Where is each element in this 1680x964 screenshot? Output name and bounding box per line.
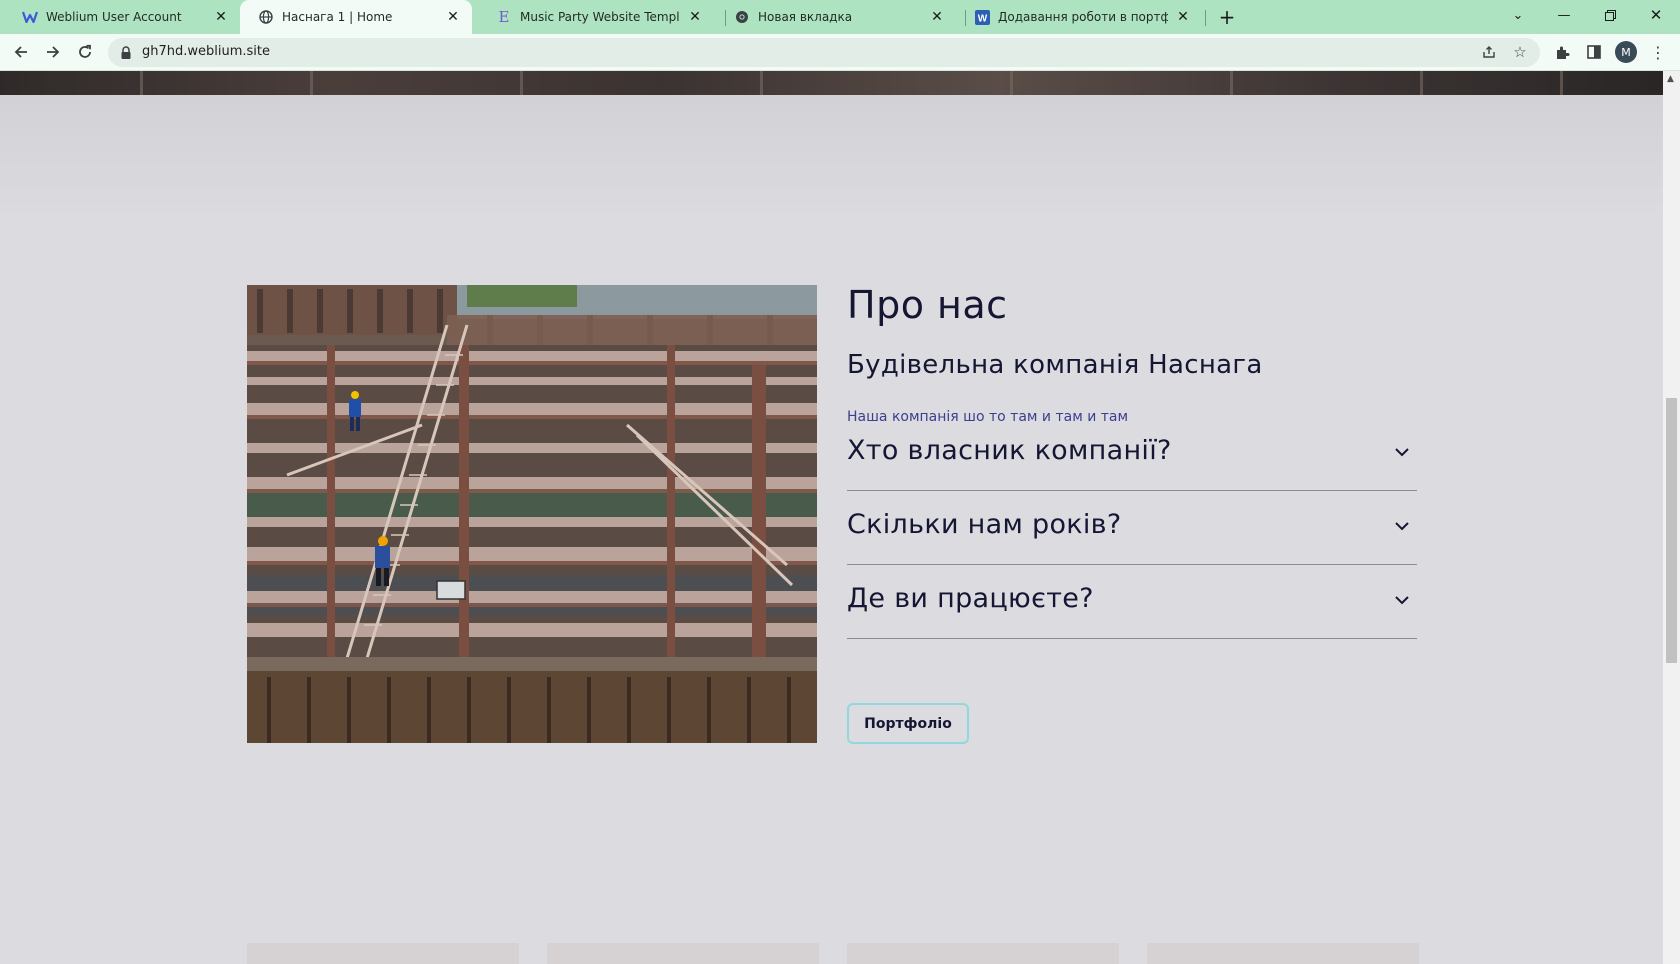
tab-title: Новая вкладка bbox=[758, 10, 853, 24]
close-tab-icon[interactable]: ✕ bbox=[444, 8, 462, 26]
svg-text:W: W bbox=[977, 13, 987, 24]
faq-item-owner[interactable]: Хто власник компанії? bbox=[847, 417, 1417, 491]
tab-weblium-user-account[interactable]: Weblium User Account ✕ bbox=[4, 0, 240, 34]
tab-new-tab[interactable]: Новая вкладка ✕ bbox=[716, 0, 956, 34]
tab-search-icon[interactable]: ⌄ bbox=[1496, 0, 1540, 30]
tab-title: Додавання роботи в портфоліо bbox=[998, 10, 1168, 24]
share-icon[interactable] bbox=[1478, 41, 1500, 63]
chevron-down-icon[interactable] bbox=[1393, 591, 1411, 609]
close-tab-icon[interactable]: ✕ bbox=[928, 8, 946, 26]
close-tab-icon[interactable]: ✕ bbox=[686, 8, 704, 26]
page-viewport: Про нас Будівельна компанія Наснага Наша… bbox=[0, 71, 1663, 964]
next-section-card bbox=[847, 943, 1119, 964]
faq-question: Де ви працюєте? bbox=[847, 583, 1094, 614]
bookmark-star-icon[interactable]: ☆ bbox=[1509, 41, 1531, 63]
globe-icon bbox=[258, 9, 274, 25]
close-window-icon[interactable]: ✕ bbox=[1634, 0, 1678, 30]
tab-music-party[interactable]: E Music Party Website Template De ✕ bbox=[478, 0, 714, 34]
faq-item-age[interactable]: Скільки нам років? bbox=[847, 491, 1417, 565]
new-tab-icon[interactable]: + bbox=[1216, 5, 1238, 29]
restore-icon[interactable] bbox=[1588, 0, 1632, 30]
page-scrollbar[interactable]: ▲ bbox=[1663, 71, 1680, 964]
extensions-icon[interactable] bbox=[1549, 39, 1575, 65]
menu-kebab-icon[interactable]: ⋮ bbox=[1645, 39, 1671, 65]
faq-question: Скільки нам років? bbox=[847, 509, 1122, 540]
faq-item-location[interactable]: Де ви працюєте? bbox=[847, 565, 1417, 639]
tab-title: Music Party Website Template De bbox=[520, 10, 680, 24]
scroll-up-arrow-icon[interactable]: ▲ bbox=[1667, 74, 1674, 84]
word-icon: W bbox=[974, 9, 990, 25]
tab-nasnaha-home[interactable]: Наснага 1 | Home ✕ bbox=[240, 0, 472, 34]
tab-separator bbox=[1205, 10, 1206, 26]
next-section-card bbox=[1147, 943, 1419, 964]
back-icon[interactable] bbox=[8, 39, 34, 65]
next-section-card bbox=[547, 943, 819, 964]
browser-toolbar: gh7hd.weblium.site ☆ M ⋮ bbox=[0, 34, 1680, 71]
portfolio-button[interactable]: Портфоліо bbox=[847, 703, 969, 744]
tab-strip: Weblium User Account ✕ Наснага 1 | Home … bbox=[0, 0, 1680, 34]
forward-icon[interactable] bbox=[40, 39, 66, 65]
chevron-down-icon[interactable] bbox=[1393, 443, 1411, 461]
weblium-icon bbox=[22, 9, 38, 25]
scroll-thumb[interactable] bbox=[1666, 398, 1677, 663]
close-tab-icon[interactable]: ✕ bbox=[212, 8, 230, 26]
chrome-icon bbox=[734, 9, 750, 25]
tab-title: Наснага 1 | Home bbox=[282, 10, 393, 24]
lock-icon[interactable] bbox=[120, 45, 132, 59]
address-bar[interactable]: gh7hd.weblium.site ☆ bbox=[108, 38, 1540, 67]
faq-question: Хто власник компанії? bbox=[847, 435, 1172, 466]
chevron-down-icon[interactable] bbox=[1393, 517, 1411, 535]
tab-title: Weblium User Account bbox=[46, 10, 182, 24]
profile-avatar[interactable]: M bbox=[1615, 41, 1637, 63]
url-text[interactable]: gh7hd.weblium.site bbox=[142, 44, 270, 59]
minimize-icon[interactable]: — bbox=[1542, 0, 1586, 30]
tab-portfolio-doc[interactable]: W Додавання роботи в портфоліо ✕ bbox=[956, 0, 1202, 34]
elementor-icon: E bbox=[498, 8, 510, 26]
side-panel-icon[interactable] bbox=[1581, 39, 1607, 65]
reload-icon[interactable] bbox=[72, 39, 98, 65]
construction-site-photo bbox=[247, 285, 817, 743]
about-subtitle: Будівельна компанія Наснага bbox=[847, 350, 1263, 380]
close-tab-icon[interactable]: ✕ bbox=[1174, 8, 1192, 26]
about-title: Про нас bbox=[847, 283, 1008, 327]
hero-image-bottom-edge bbox=[0, 71, 1663, 95]
next-section-card bbox=[247, 943, 519, 964]
